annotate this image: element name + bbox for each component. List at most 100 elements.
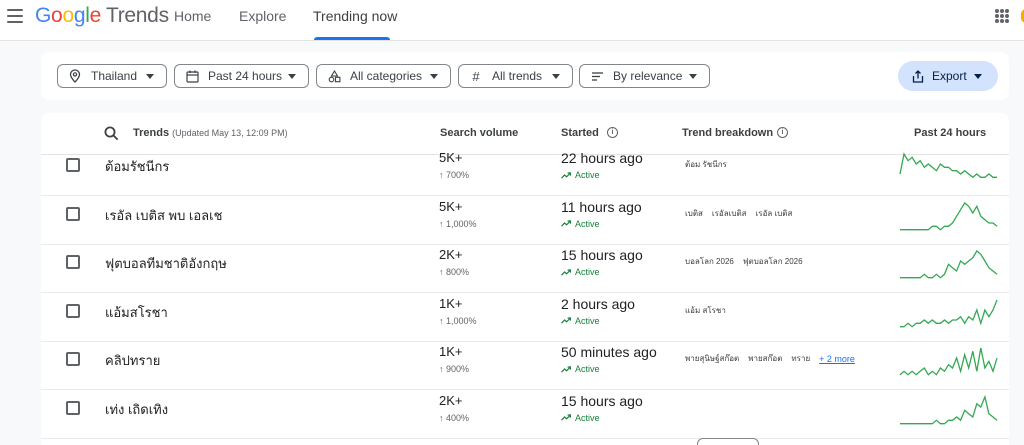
- breakdown-chip[interactable]: พายสก๊อต: [748, 352, 782, 365]
- calendar-icon: [185, 69, 199, 83]
- trend-title[interactable]: ต้อมรัชนีกร: [105, 156, 169, 177]
- sparkline-series: [899, 347, 998, 376]
- export-button[interactable]: Export: [898, 61, 998, 91]
- sparkline-chart[interactable]: [899, 148, 999, 188]
- breakdown-chip[interactable]: เรอัลเบติส: [712, 207, 747, 220]
- breakdown-chip[interactable]: เบติส: [685, 207, 703, 220]
- breakdown-chip[interactable]: ฟุตบอลโลก 2026: [743, 255, 803, 268]
- sparkline-chart[interactable]: [899, 197, 999, 237]
- google-apps-icon[interactable]: [995, 9, 1009, 23]
- volume-growth: ↑ 800%: [439, 267, 469, 277]
- row-checkbox[interactable]: [66, 158, 80, 172]
- export-button-label: Export: [932, 69, 967, 83]
- tab-trending-now[interactable]: Trending now: [313, 8, 397, 24]
- google-trends-logo[interactable]: Google Trends: [35, 4, 169, 28]
- search-icon[interactable]: [104, 126, 119, 146]
- trends-column-header: Trends (Updated May 13, 12:09 PM): [133, 127, 288, 139]
- time-range-filter-label: Past 24 hours: [208, 69, 283, 83]
- volume-growth: ↑ 400%: [439, 413, 469, 423]
- trending-up-icon: [561, 317, 575, 324]
- share-icon: [912, 69, 924, 83]
- started-time: 15 hours ago: [561, 247, 643, 263]
- sparkline-series: [900, 201, 998, 231]
- status-label: Active: [575, 315, 600, 326]
- status-badge: Active: [561, 170, 600, 180]
- trend-breakdown: พายสุนิษฐ์สก๊อต พายสก๊อต ทราย + 2 more: [685, 352, 855, 365]
- sparkline-series: [899, 152, 997, 179]
- breakdown-chip[interactable]: ต้อม รัชนีกร: [685, 158, 727, 171]
- sparkline-series: [900, 299, 998, 328]
- table-row[interactable]: ต้อมรัชนีกร 5K+ ↑ 700% 22 hours ago Active ต้…: [41, 148, 1009, 196]
- status-badge: Active: [561, 364, 600, 374]
- search-volume-column-header[interactable]: Search volume: [440, 127, 518, 139]
- status-label: Active: [575, 218, 600, 229]
- pagination-control[interactable]: [697, 438, 759, 445]
- row-checkbox[interactable]: [66, 206, 80, 221]
- arrow-up-icon: ↑: [439, 364, 447, 374]
- breakdown-chip[interactable]: แอ้ม สโรชา: [685, 304, 726, 317]
- category-filter-label: All categories: [350, 69, 423, 83]
- chevron-down-icon: [552, 74, 560, 79]
- arrow-up-icon: ↑: [439, 170, 447, 180]
- breakdown-chip[interactable]: ทราย: [791, 352, 810, 365]
- trend-title[interactable]: ฟุตบอลทีมชาติอังกฤษ: [105, 253, 227, 274]
- volume-growth-value: 700%: [446, 170, 470, 180]
- started-time: 2 hours ago: [561, 295, 635, 312]
- trend-breakdown-column-header: Trend breakdown: [682, 127, 774, 139]
- breakdown-chip[interactable]: เรอัล เบติส: [756, 207, 793, 220]
- trend-type-filter-label: All trends: [492, 69, 543, 83]
- trend-breakdown: บอลโลก 2026 ฟุตบอลโลก 2026: [685, 255, 812, 268]
- row-checkbox[interactable]: [66, 400, 80, 415]
- table-row[interactable]: คลิปทราย 1K+ ↑ 900% 50 minutes ago Active พาย…: [41, 342, 1009, 390]
- sparkline-chart[interactable]: [899, 245, 999, 285]
- table-row[interactable]: ฟุตบอลทีมชาติอังกฤษ 2K+ ↑ 800% 15 hours ago…: [41, 245, 1009, 293]
- sparkline-chart[interactable]: [899, 294, 999, 334]
- chevron-down-icon: [288, 74, 296, 79]
- tab-explore[interactable]: Explore: [239, 8, 286, 24]
- volume-growth-value: 1,000%: [446, 315, 477, 326]
- breakdown-chip[interactable]: บอลโลก 2026: [685, 255, 734, 268]
- tab-home[interactable]: Home: [174, 8, 211, 24]
- info-icon[interactable]: i: [777, 127, 788, 138]
- location-pin-icon: [68, 69, 82, 83]
- started-column-header[interactable]: Started: [561, 127, 599, 139]
- chevron-down-icon: [689, 74, 697, 79]
- breakdown-more-link[interactable]: + 2 more: [819, 354, 855, 364]
- row-checkbox[interactable]: [66, 303, 80, 318]
- row-checkbox[interactable]: [66, 255, 80, 269]
- updated-timestamp: (Updated May 13, 12:09 PM): [172, 128, 288, 138]
- started-time: 15 hours ago: [561, 392, 643, 409]
- table-row[interactable]: เรอัล เบติส พบ เอลเช 5K+ ↑ 1,000% 11 hours …: [41, 197, 1009, 245]
- search-volume: 5K+: [439, 198, 463, 214]
- status-badge: Active: [561, 316, 600, 326]
- top-app-bar: Google Trends Home Explore Trending now: [0, 0, 1024, 41]
- trend-title[interactable]: คลิปทราย: [105, 350, 160, 371]
- sort-filter[interactable]: By relevance: [579, 64, 710, 88]
- sparkline-chart[interactable]: [899, 391, 999, 431]
- location-filter[interactable]: Thailand: [57, 64, 167, 88]
- trend-type-filter[interactable]: # All trends: [458, 64, 573, 88]
- row-checkbox[interactable]: [66, 352, 80, 366]
- category-filter[interactable]: All categories: [316, 64, 451, 88]
- status-label: Active: [575, 364, 600, 374]
- breakdown-chip[interactable]: พายสุนิษฐ์สก๊อต: [685, 352, 739, 365]
- table-row[interactable]: แอ้มสโรชา 1K+ ↑ 1,000% 2 hours ago Active แอ้…: [41, 294, 1009, 342]
- trend-title[interactable]: เท่ง เถิดเทิง: [105, 399, 168, 420]
- sparkline-chart[interactable]: [899, 342, 999, 382]
- category-shapes-icon: [327, 69, 341, 83]
- table-row[interactable]: เท่ง เถิดเทิง 2K+ ↑ 400% 15 hours ago Active: [41, 391, 1009, 439]
- trending-up-icon: [561, 414, 575, 421]
- trend-title[interactable]: เรอัล เบติส พบ เอลเช: [105, 205, 222, 226]
- status-label: Active: [575, 170, 600, 180]
- volume-growth-value: 800%: [446, 267, 470, 277]
- info-icon[interactable]: i: [607, 127, 618, 138]
- chevron-down-icon: [430, 74, 438, 79]
- filter-bar: Thailand Past 24 hours All categories # …: [41, 52, 1009, 100]
- trending-up-icon: [561, 365, 575, 373]
- status-badge: Active: [561, 413, 600, 423]
- volume-growth-value: 900%: [446, 364, 470, 374]
- main-menu-icon[interactable]: [7, 9, 23, 23]
- trend-title[interactable]: แอ้มสโรชา: [105, 302, 168, 323]
- time-range-filter[interactable]: Past 24 hours: [174, 64, 309, 88]
- status-label: Active: [575, 412, 600, 423]
